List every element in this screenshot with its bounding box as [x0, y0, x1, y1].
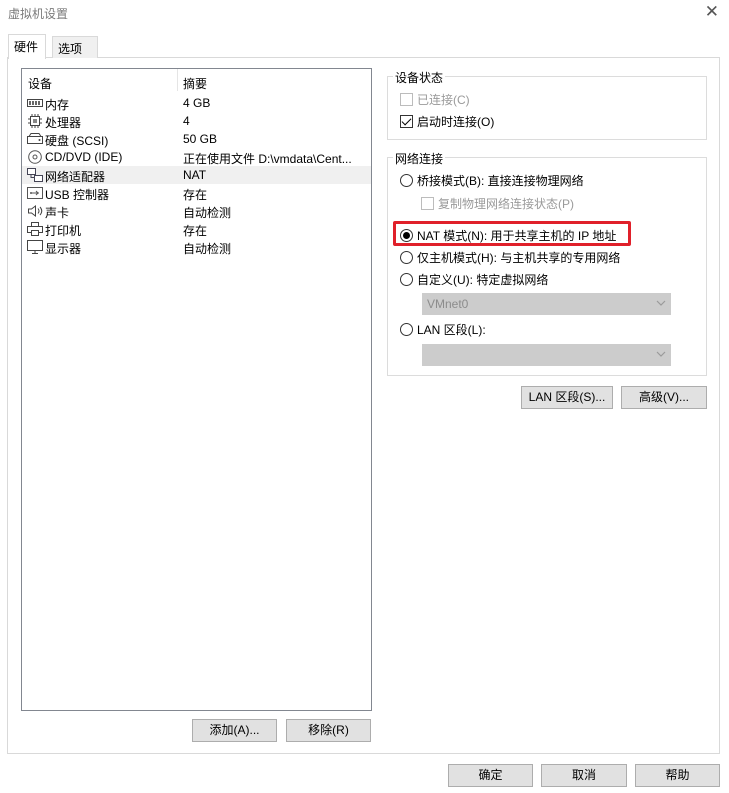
- tab-options-label: 选项: [58, 42, 83, 56]
- device-summary: 4: [183, 114, 190, 128]
- list-item[interactable]: 声卡 自动检测: [22, 202, 371, 220]
- device-list-header: 设备 摘要: [22, 69, 371, 91]
- connect-at-power-on-checkbox[interactable]: 启动时连接(O): [400, 113, 494, 130]
- display-icon: [27, 240, 43, 254]
- connect-at-power-on-label: 启动时连接(O): [417, 115, 495, 129]
- checkbox-checked-icon: [400, 115, 413, 128]
- hard-disk-icon: [27, 133, 43, 144]
- host-only-label: 仅主机模式(H): 与主机共享的专用网络: [417, 251, 621, 265]
- window-title: 虚拟机设置: [8, 7, 69, 21]
- device-summary: 4 GB: [183, 96, 211, 110]
- advanced-button[interactable]: 高级(V)...: [621, 386, 707, 409]
- radio-icon: [400, 174, 413, 187]
- list-item[interactable]: 网络适配器 NAT: [22, 166, 371, 184]
- device-name: CD/DVD (IDE): [45, 150, 123, 164]
- lan-segments-button[interactable]: LAN 区段(S)...: [521, 386, 613, 409]
- device-name: USB 控制器: [45, 188, 110, 202]
- network-connection-title: 网络连接: [393, 150, 446, 167]
- device-name: 内存: [45, 98, 70, 112]
- device-summary: 50 GB: [183, 132, 218, 146]
- cancel-button[interactable]: 取消: [541, 764, 627, 787]
- lan-segment-radio[interactable]: LAN 区段(L):: [400, 321, 486, 338]
- radio-icon: [400, 273, 413, 286]
- vmnet-select[interactable]: VMnet0: [422, 293, 671, 315]
- remove-button[interactable]: 移除(R): [286, 719, 371, 742]
- list-item[interactable]: CD/DVD (IDE) 正在使用文件 D:\vmdata\Cent...: [22, 148, 371, 166]
- device-summary: 自动检测: [183, 206, 232, 220]
- device-name: 网络适配器: [45, 170, 106, 184]
- network-adapter-icon: [27, 168, 43, 182]
- add-button[interactable]: 添加(A)...: [192, 719, 277, 742]
- device-name: 打印机: [45, 224, 82, 238]
- bridged-radio[interactable]: 桥接模式(B): 直接连接物理网络: [400, 172, 584, 189]
- host-only-radio[interactable]: 仅主机模式(H): 与主机共享的专用网络: [400, 249, 620, 266]
- device-summary: NAT: [183, 168, 207, 182]
- close-icon[interactable]: ✕: [705, 3, 719, 21]
- connected-label: 已连接(C): [417, 93, 470, 107]
- custom-radio[interactable]: 自定义(U): 特定虚拟网络: [400, 271, 548, 288]
- chevron-down-icon: [656, 300, 666, 306]
- device-status-title: 设备状态: [393, 69, 446, 86]
- column-divider[interactable]: [177, 69, 178, 91]
- device-summary: 自动检测: [183, 242, 232, 256]
- usb-icon: [27, 187, 43, 199]
- tab-options[interactable]: 选项: [52, 36, 98, 58]
- list-item[interactable]: 打印机 存在: [22, 220, 371, 238]
- checkbox-icon: [421, 197, 434, 210]
- printer-icon: [27, 222, 43, 236]
- radio-icon: [400, 251, 413, 264]
- help-button[interactable]: 帮助: [635, 764, 720, 787]
- device-column-header[interactable]: 设备: [28, 75, 52, 92]
- device-summary: 存在: [183, 188, 208, 202]
- highlight-box: [393, 221, 631, 246]
- vmnet-select-value: VMnet0: [427, 297, 469, 311]
- lan-segment-label: LAN 区段(L):: [417, 323, 486, 337]
- title-bar: 虚拟机设置 ✕: [0, 0, 729, 26]
- device-name: 显示器: [45, 242, 82, 256]
- list-item[interactable]: 硬盘 (SCSI) 50 GB: [22, 130, 371, 148]
- radio-icon: [400, 323, 413, 336]
- lan-segment-select[interactable]: [422, 344, 671, 366]
- device-summary: 存在: [183, 224, 208, 238]
- chevron-down-icon: [656, 351, 666, 357]
- checkbox-icon: [400, 93, 413, 106]
- device-name: 声卡: [45, 206, 70, 220]
- device-name: 处理器: [45, 116, 82, 130]
- tab-hardware[interactable]: 硬件: [8, 34, 46, 59]
- summary-column-header[interactable]: 摘要: [183, 75, 207, 92]
- list-item[interactable]: 显示器 自动检测: [22, 238, 371, 256]
- list-item[interactable]: 处理器 4: [22, 112, 371, 130]
- processor-icon: [28, 114, 42, 128]
- device-summary: 正在使用文件 D:\vmdata\Cent...: [183, 152, 352, 166]
- list-item[interactable]: USB 控制器 存在: [22, 184, 371, 202]
- memory-icon: [27, 99, 43, 107]
- connected-checkbox[interactable]: 已连接(C): [400, 91, 470, 108]
- ok-button[interactable]: 确定: [448, 764, 533, 787]
- bridged-label: 桥接模式(B): 直接连接物理网络: [417, 174, 584, 188]
- replicate-state-label: 复制物理网络连接状态(P): [438, 197, 574, 211]
- cd-dvd-icon: [28, 150, 42, 164]
- custom-label: 自定义(U): 特定虚拟网络: [417, 273, 549, 287]
- device-name: 硬盘 (SCSI): [45, 134, 109, 148]
- sound-card-icon: [28, 205, 43, 217]
- tab-hardware-label: 硬件: [14, 40, 39, 54]
- list-item[interactable]: 内存 4 GB: [22, 94, 371, 112]
- replicate-state-checkbox[interactable]: 复制物理网络连接状态(P): [421, 195, 574, 212]
- device-list[interactable]: 设备 摘要 内存 4 GB 处理器 4 硬盘 (SCSI) 50 GB CD/D…: [21, 68, 372, 711]
